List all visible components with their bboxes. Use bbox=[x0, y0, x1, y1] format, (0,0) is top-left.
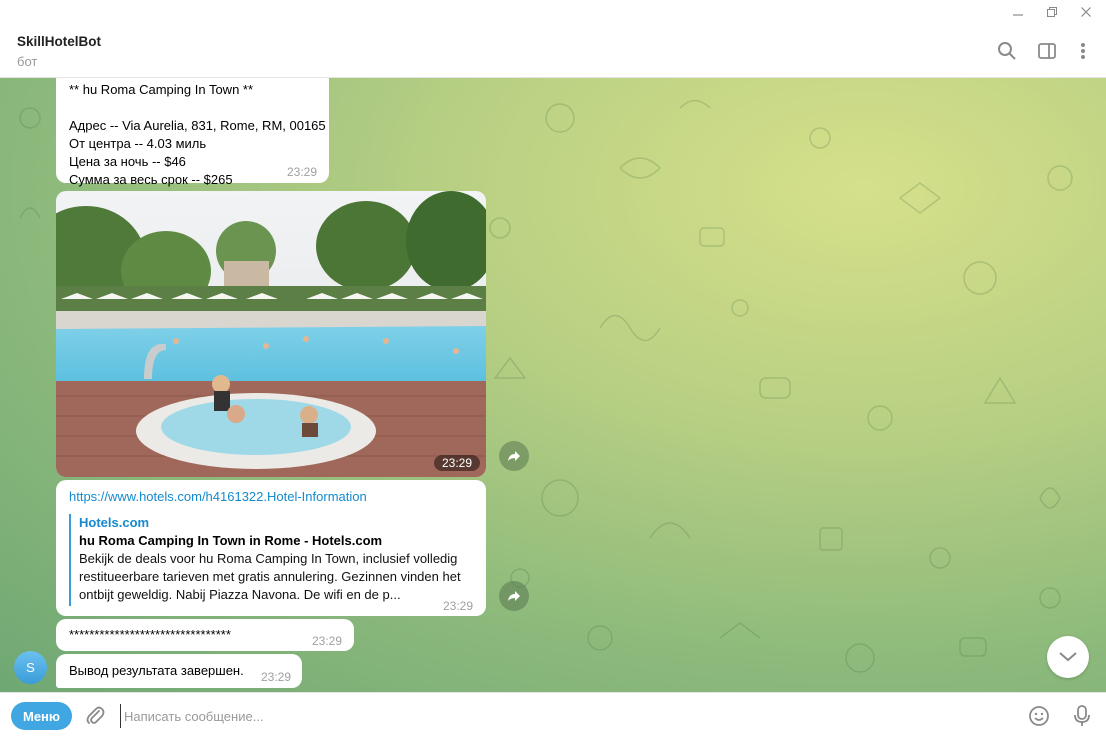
hotel-address: Адрес -- Via Aurelia, 831, Rome, RM, 001… bbox=[69, 118, 326, 133]
message-link-preview[interactable]: https://www.hotels.com/h4161322.Hotel-In… bbox=[56, 480, 486, 616]
microphone-icon[interactable] bbox=[1069, 703, 1095, 729]
chat-title[interactable]: SkillHotelBot bbox=[17, 34, 101, 49]
more-options-icon[interactable] bbox=[1070, 38, 1096, 64]
bot-avatar[interactable]: S bbox=[14, 651, 47, 684]
hotel-link[interactable]: https://www.hotels.com/h4161322.Hotel-In… bbox=[69, 488, 367, 506]
done-text: Вывод результата завершен. bbox=[69, 663, 244, 678]
hotel-title: ** hu Roma Camping In Town ** bbox=[69, 82, 254, 97]
restore-icon[interactable] bbox=[1036, 0, 1068, 24]
hotel-distance: От центра -- 4.03 миль bbox=[69, 136, 207, 151]
chat-area[interactable]: ** hu Roma Camping In Town ** Адрес -- V… bbox=[0, 78, 1106, 692]
attach-icon[interactable] bbox=[82, 703, 108, 729]
chat-status: бот bbox=[17, 54, 38, 69]
preview-title: hu Roma Camping In Town in Rome - Hotels… bbox=[79, 533, 383, 548]
chevron-down-icon bbox=[1059, 652, 1077, 662]
message-input[interactable] bbox=[120, 704, 1000, 728]
hotel-price-total: Сумма за весь срок -- $265 bbox=[69, 172, 233, 187]
message-output-finished[interactable]: Вывод результата завершен. 23:29 bbox=[56, 654, 302, 688]
share-link-icon[interactable] bbox=[499, 581, 529, 611]
pool-image bbox=[56, 191, 486, 477]
message-hotel-info[interactable]: ** hu Roma Camping In Town ** Адрес -- V… bbox=[56, 78, 329, 187]
link-preview-card[interactable]: Hotels.com hu Roma Camping In Town in Ro… bbox=[69, 514, 473, 606]
share-photo-icon[interactable] bbox=[499, 441, 529, 471]
sidebar-toggle-icon[interactable] bbox=[1034, 38, 1060, 64]
hotel-price-night: Цена за ночь -- $46 bbox=[69, 154, 186, 169]
message-separator[interactable]: ******************************** 23:29 bbox=[56, 619, 354, 651]
message-time: 23:29 bbox=[312, 634, 343, 648]
emoji-icon[interactable] bbox=[1026, 703, 1052, 729]
close-icon[interactable] bbox=[1070, 0, 1102, 24]
preview-site-name: Hotels.com bbox=[79, 515, 150, 530]
minimize-icon[interactable] bbox=[1002, 0, 1034, 24]
message-composer: Меню bbox=[0, 692, 1106, 737]
hotel-photo[interactable]: 23:29 bbox=[56, 191, 486, 477]
chat-header: SkillHotelBot бот bbox=[0, 24, 1106, 78]
window-titlebar bbox=[0, 0, 1106, 24]
preview-description: Bekijk de deals voor hu Roma Camping In … bbox=[79, 551, 461, 602]
menu-button[interactable]: Меню bbox=[11, 702, 72, 730]
search-icon[interactable] bbox=[994, 38, 1020, 64]
scroll-down-button[interactable] bbox=[1047, 636, 1089, 678]
message-time: 23:29 bbox=[433, 455, 480, 471]
message-time: 23:29 bbox=[287, 165, 318, 179]
separator-text: ******************************** bbox=[69, 627, 231, 642]
message-time: 23:29 bbox=[261, 670, 292, 684]
message-time: 23:29 bbox=[443, 599, 474, 613]
